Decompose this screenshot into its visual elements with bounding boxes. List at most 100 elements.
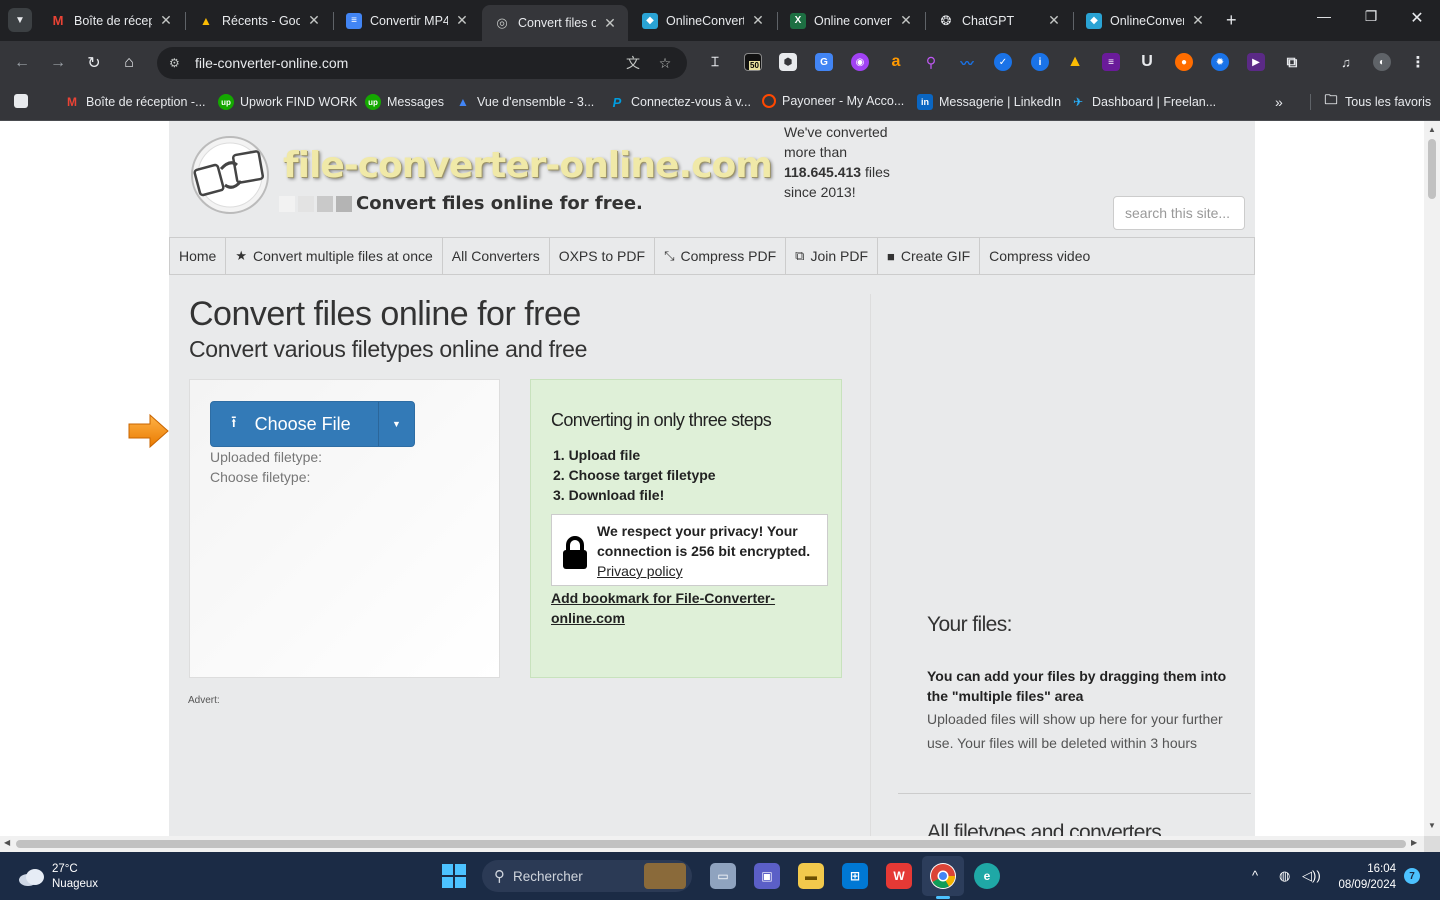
logo-badge-icon[interactable] (185, 133, 275, 217)
home-button[interactable]: ⌂ (118, 52, 140, 74)
start-button[interactable] (442, 864, 466, 888)
extension-hex-icon[interactable]: ⬢ (779, 53, 797, 71)
close-tab-icon[interactable]: ✕ (898, 12, 914, 29)
close-tab-icon[interactable]: ✕ (750, 12, 766, 29)
taskbar-clock[interactable]: 16:04 08/09/2024 (1330, 861, 1396, 893)
scroll-down-icon[interactable]: ▼ (1424, 821, 1440, 830)
tab-onlineconvert[interactable]: ◆ OnlineConvert ✕ (630, 5, 776, 36)
horizontal-scrollbar[interactable]: ◀ ▶ (0, 836, 1424, 852)
tab-search-button[interactable]: ▼ (8, 8, 32, 32)
extension-gear-icon[interactable]: ✹ (1211, 53, 1229, 71)
site-search-input[interactable] (1113, 196, 1245, 230)
reload-button[interactable]: ↻ (83, 52, 105, 74)
extension-check-icon[interactable]: ✓ (994, 53, 1012, 71)
scrollbar-thumb[interactable] (1428, 139, 1436, 199)
chrome-icon[interactable] (930, 863, 956, 889)
extension-u-icon[interactable]: U (1138, 53, 1156, 71)
close-tab-icon[interactable]: ✕ (454, 12, 470, 29)
extension-search-icon[interactable]: ⚲ (922, 53, 940, 71)
clock-date: 08/09/2024 (1338, 879, 1396, 891)
tab-chatgpt[interactable]: ❂ ChatGPT ✕ (926, 5, 1072, 36)
bookmark-item[interactable]: up Messages (365, 94, 444, 110)
teams-icon[interactable]: ▣ (754, 863, 780, 889)
minimize-icon[interactable]: — (1314, 8, 1334, 24)
scrollbar-thumb[interactable] (16, 840, 1406, 848)
notification-badge[interactable]: 7 (1404, 868, 1420, 884)
bookmark-item[interactable]: up Upwork FIND WORK (218, 94, 357, 110)
scroll-up-icon[interactable]: ▲ (1424, 125, 1440, 134)
file-explorer-icon[interactable]: ▬ (798, 863, 824, 889)
extension-bell-icon[interactable]: ▲ (1066, 53, 1084, 71)
wps-office-icon[interactable]: W (886, 863, 912, 889)
nav-oxps-to-pdf[interactable]: OXPS to PDF (550, 238, 656, 274)
close-tab-icon[interactable]: ✕ (158, 12, 174, 29)
media-control-icon[interactable]: ♫ (1337, 53, 1355, 71)
bookmark-star-icon[interactable]: ☆ (655, 55, 675, 72)
apps-shortcut[interactable] (14, 94, 34, 108)
nav-create-gif[interactable]: ■ Create GIF (878, 238, 981, 274)
nav-convert-multiple[interactable]: ★ Convert multiple files at once (226, 238, 443, 274)
close-tab-icon[interactable]: ✕ (306, 12, 322, 29)
profile-avatar[interactable]: ◐ (1373, 53, 1391, 71)
back-button[interactable]: ← (11, 52, 33, 74)
tab-online-converter[interactable]: X Online converter ✕ (778, 5, 924, 36)
extension-play-icon[interactable]: ▶ (1247, 53, 1265, 71)
extension-wave-icon[interactable]: 〰 (958, 53, 976, 71)
edge-icon[interactable]: e (974, 863, 1000, 889)
choose-file-button[interactable]: ⭱ Choose File ▼ (210, 401, 415, 447)
choose-file-dropdown-toggle[interactable]: ▼ (379, 402, 414, 446)
site-logo-text[interactable]: file-converter-online.com (283, 145, 773, 186)
tab-convert-files-online[interactable]: ◎ Convert files online ✕ (482, 5, 628, 41)
scroll-left-icon[interactable]: ◀ (4, 838, 10, 847)
extension-orange-icon[interactable]: ● (1175, 53, 1193, 71)
extension-counter-icon[interactable]: 50 (744, 53, 762, 71)
extension-purple-icon[interactable]: ◉ (851, 53, 869, 71)
new-tab-button[interactable]: + (1226, 10, 1237, 31)
bookmark-item[interactable]: ▲ Vue d'ensemble - 3... (455, 94, 594, 110)
bookmark-item[interactable]: P Connectez-vous à v... (609, 94, 751, 110)
add-bookmark-link[interactable]: Add bookmark for File-Converter-online.c… (551, 588, 821, 628)
extension-google-translate-icon[interactable]: G (815, 53, 833, 71)
bookmark-item[interactable]: M Boîte de réception -... (64, 94, 206, 110)
tab-gmail[interactable]: M Boîte de réception ✕ (38, 5, 184, 36)
weather-widget[interactable]: 27°C Nuageux (18, 862, 98, 892)
tab-google-docs[interactable]: ≡ Convertir MP4 ✕ (334, 5, 480, 36)
scroll-right-icon[interactable]: ▶ (1411, 838, 1417, 847)
microsoft-store-icon[interactable]: ⊞ (842, 863, 868, 889)
extension-list-icon[interactable]: ≡ (1102, 53, 1120, 71)
tab-onlineconvert-2[interactable]: ◆ OnlineConvert ✕ (1074, 5, 1216, 36)
tab-google-drive[interactable]: ▲ Récents - Google Drive ✕ (186, 5, 332, 36)
amazon-icon[interactable]: a (887, 53, 905, 71)
nav-join-pdf[interactable]: ⧉ Join PDF (786, 238, 879, 274)
extensions-puzzle-icon[interactable]: ⧉ (1283, 53, 1301, 71)
translate-icon[interactable]: 文 (623, 53, 643, 73)
more-bookmarks-button[interactable]: » (1275, 94, 1283, 110)
restore-icon[interactable]: ❐ (1361, 8, 1381, 25)
close-tab-icon[interactable]: ✕ (1190, 12, 1206, 29)
nav-compress-video[interactable]: Compress video (980, 238, 1099, 274)
forward-button[interactable]: → (47, 52, 69, 74)
url-text[interactable]: file-converter-online.com (195, 55, 623, 71)
taskbar-search[interactable]: ⚲ Rechercher (482, 860, 692, 892)
privacy-policy-link[interactable]: Privacy policy (597, 561, 819, 581)
more-menu-icon[interactable]: ⋮ (1409, 53, 1427, 71)
network-icon[interactable]: ◍ (1279, 868, 1290, 884)
nav-all-converters[interactable]: All Converters (443, 238, 550, 274)
vertical-scrollbar[interactable]: ▲ ▼ (1424, 121, 1440, 836)
bookmark-item[interactable]: Payoneer - My Acco... (762, 94, 904, 108)
extension-info-icon[interactable]: i (1031, 53, 1049, 71)
extension-translate-icon[interactable]: ⌶ (706, 53, 724, 71)
nav-compress-pdf[interactable]: ⤡ Compress PDF (655, 238, 787, 274)
task-view-icon[interactable]: ▭ (710, 863, 736, 889)
nav-home[interactable]: Home (170, 238, 227, 274)
close-tab-icon[interactable]: ✕ (602, 15, 618, 32)
tray-overflow-icon[interactable]: ^ (1252, 868, 1258, 883)
volume-icon[interactable]: ◁)) (1302, 868, 1321, 884)
close-tab-icon[interactable]: ✕ (1046, 12, 1062, 29)
close-window-icon[interactable]: ✕ (1407, 8, 1427, 28)
bookmark-item[interactable]: in Messagerie | LinkedIn (917, 94, 1061, 110)
all-bookmarks-folder[interactable]: 🗀 Tous les favoris (1310, 92, 1431, 110)
address-bar[interactable]: ⚙ file-converter-online.com 文 ☆ (157, 47, 687, 79)
site-info-icon[interactable]: ⚙ (169, 56, 185, 70)
bookmark-item[interactable]: ✈ Dashboard | Freelan... (1070, 94, 1216, 110)
